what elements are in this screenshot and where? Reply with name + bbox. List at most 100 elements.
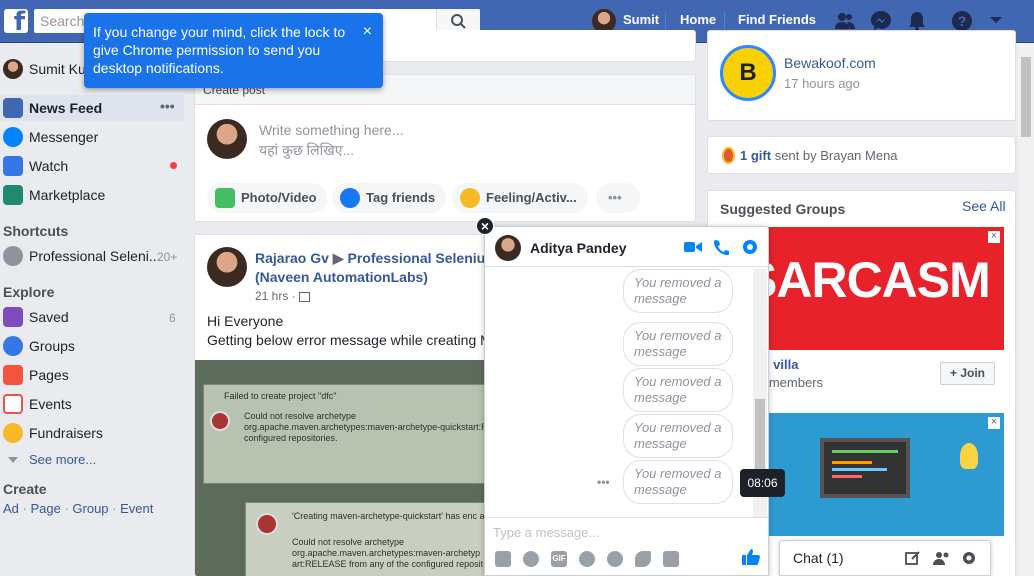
sidebar-item-label: Events (29, 396, 72, 412)
create-group-link[interactable]: Group (72, 501, 108, 516)
banner-text: SARCASM (744, 252, 991, 308)
chat-settings-icon[interactable] (742, 239, 758, 255)
join-group-button[interactable]: + Join (940, 362, 995, 385)
emoji-icon[interactable] (579, 551, 595, 567)
chat-header: Aditya Pandey (485, 227, 768, 267)
composer-avatar (207, 119, 247, 159)
news-feed-icon (3, 98, 23, 118)
image-upload-icon[interactable] (495, 551, 511, 567)
close-icon[interactable]: × (988, 417, 1000, 429)
close-icon[interactable]: × (363, 23, 372, 41)
svg-text:?: ? (958, 13, 967, 29)
sidebar-item-label: Saved (29, 309, 69, 325)
message-options-icon[interactable]: ••• (597, 475, 610, 489)
photo-video-label: Photo/Video (241, 190, 317, 205)
chat-contact-name[interactable]: Aditya Pandey (530, 240, 626, 256)
chat-avatar[interactable] (495, 235, 521, 261)
post-group-link[interactable]: Professional Selenium (348, 250, 498, 266)
more-actions-button[interactable]: ••• (596, 183, 640, 213)
divider (485, 517, 768, 518)
sidebar-item-label: Pages (29, 367, 69, 383)
group-chat-icon[interactable] (933, 550, 951, 566)
home-link[interactable]: Home (680, 12, 716, 27)
video-call-icon[interactable] (684, 240, 702, 254)
sidebar-item-label: Watch (29, 158, 69, 174)
notifications-icon[interactable] (906, 10, 928, 32)
attachment-icon[interactable] (635, 551, 651, 567)
tag-friends-icon (340, 188, 360, 208)
ad-page-name[interactable]: Bewakoof.com (784, 55, 876, 71)
bewakoof-logo[interactable]: B (720, 45, 776, 101)
events-icon (3, 394, 23, 414)
sidebar-item-news-feed[interactable]: News Feed ••• (0, 95, 184, 121)
profile-name[interactable]: Sumit Ku (29, 61, 86, 77)
sidebar-item-label: News Feed (29, 100, 103, 116)
gift-card[interactable]: 1 gift sent by Brayan Mena (707, 136, 1016, 174)
messenger-icon[interactable] (870, 10, 892, 32)
monitor-illustration (820, 438, 910, 498)
removed-message[interactable]: You removed a message (623, 269, 733, 313)
create-page-link[interactable]: Page (30, 501, 60, 516)
scrollbar-thumb[interactable] (1021, 57, 1031, 137)
friends-icon[interactable] (834, 11, 856, 31)
chevron-down-icon (8, 457, 18, 463)
error-text-1: Could not resolve archetype org.apache.m… (244, 411, 488, 443)
watch-icon (3, 156, 23, 176)
suggested-groups-title: Suggested Groups (720, 201, 846, 217)
photo-video-button[interactable]: Photo/Video (207, 183, 327, 213)
chrome-notification-popup: If you change your mind, click the lock … (84, 13, 383, 88)
chat-sidebar-bar[interactable]: Chat (1) (779, 540, 991, 576)
sticker-icon[interactable] (523, 551, 539, 567)
removed-message[interactable]: You removed a message (623, 322, 733, 366)
phone-icon[interactable] (713, 239, 729, 255)
shortcut-count: 20+ (157, 250, 178, 264)
thumbs-up-icon[interactable] (742, 548, 760, 566)
post-text-line2: Getting below error message while creati… (207, 332, 492, 348)
group-icon (3, 246, 23, 266)
tag-friends-button[interactable]: Tag friends (332, 183, 446, 213)
chat-count-label: Chat (1) (793, 550, 844, 566)
profile-link[interactable]: Sumit (623, 12, 659, 27)
message-input[interactable]: Type a message... (493, 525, 599, 540)
sidebar-item-label: Messenger (29, 129, 99, 145)
removed-message[interactable]: You removed a message (623, 414, 733, 458)
games-icon[interactable] (607, 551, 623, 567)
dropdown-icon[interactable] (989, 16, 1003, 26)
audience-group-icon (299, 291, 311, 302)
composer-input[interactable]: Write something here... यहां कुछ लिखिए..… (259, 120, 403, 160)
gift-icon (722, 147, 735, 164)
sidebar-item-label: Marketplace (29, 187, 106, 203)
notification-text: If you change your mind, click the lock … (93, 24, 346, 76)
create-ad-link[interactable]: Ad (3, 501, 19, 516)
post-author-link[interactable]: Rajarao Gv (255, 250, 329, 266)
divider (724, 12, 725, 30)
chat-scrollbar-thumb[interactable] (755, 399, 765, 479)
page-scrollbar[interactable] (1018, 43, 1034, 576)
gift-count: 1 gift (740, 148, 772, 163)
feeling-activity-button[interactable]: Feeling/Activ... (452, 183, 588, 213)
screenshot-dialog-1: Failed to create project "dfc" Could not… (203, 384, 503, 484)
see-more-label: See more... (29, 452, 97, 467)
camera-icon[interactable] (663, 551, 679, 567)
compose-icon[interactable] (905, 550, 921, 566)
create-event-link[interactable]: Event (120, 501, 153, 516)
removed-message[interactable]: You removed a message (623, 368, 733, 412)
chat-window: Aditya Pandey × You removed a message Yo… (476, 217, 769, 576)
facebook-logo[interactable]: f (4, 9, 28, 33)
help-icon[interactable]: ? (951, 10, 973, 32)
create-heading: Create (3, 481, 47, 497)
gif-icon[interactable]: GIF (551, 551, 567, 567)
find-friends-link[interactable]: Find Friends (738, 12, 816, 27)
more-options-icon[interactable]: ••• (160, 98, 175, 114)
profile-avatar[interactable] (3, 59, 23, 79)
close-chat-icon[interactable]: × (476, 217, 494, 235)
close-icon[interactable]: × (988, 231, 1000, 243)
post-meta: 21 hrs · (255, 289, 311, 303)
removed-message[interactable]: You removed a message (623, 460, 733, 504)
post-time[interactable]: 21 hrs (255, 289, 288, 303)
see-all-link[interactable]: See All (962, 198, 1006, 214)
gear-icon[interactable] (961, 550, 977, 566)
feeling-activity-label: Feeling/Activ... (486, 190, 577, 205)
post-group-link-line2[interactable]: (Naveen AutomationLabs) (255, 269, 428, 285)
post-author-avatar[interactable] (207, 247, 247, 287)
